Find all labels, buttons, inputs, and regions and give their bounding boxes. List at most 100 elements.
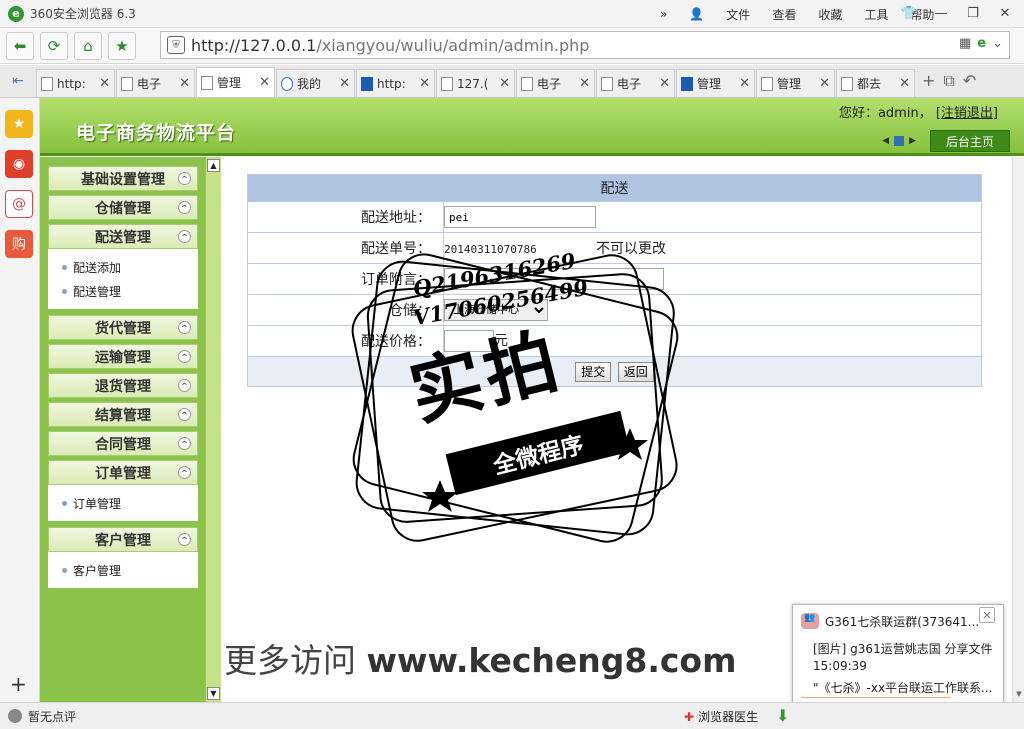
menu-tools[interactable]: 工具 xyxy=(864,6,888,23)
close-tab-icon[interactable]: ✕ xyxy=(179,76,190,91)
submit-button[interactable]: 提交 xyxy=(575,361,612,382)
collapse-icon[interactable]: ^ xyxy=(178,466,191,479)
address-bar[interactable]: ⛨ http://127.0.0.1/xiangyou/wuliu/admin/… xyxy=(160,31,1010,59)
home-icon[interactable]: ⌂ xyxy=(74,31,102,60)
tab[interactable]: 管理 ✕ xyxy=(676,69,755,97)
close-button[interactable]: ✕ xyxy=(992,2,1018,24)
download-icon[interactable]: ⬇ xyxy=(776,706,789,725)
shield-icon: ⛨ xyxy=(167,36,185,54)
admin-home-button[interactable]: 后台主页 xyxy=(930,130,1010,152)
tab[interactable]: 电子 ✕ xyxy=(516,69,595,97)
tab[interactable]: 电子 ✕ xyxy=(596,69,675,97)
close-tab-icon[interactable]: ✕ xyxy=(259,75,270,90)
close-icon[interactable]: ✕ xyxy=(979,607,995,623)
scroll-down-icon[interactable]: ▼ xyxy=(207,687,220,700)
menu-contract[interactable]: 合同管理 ^ xyxy=(48,431,198,456)
menu-orders[interactable]: 订单管理 ^ xyxy=(48,460,198,485)
next-icon[interactable]: ▶ xyxy=(909,136,916,146)
tab[interactable]: 我的 ✕ xyxy=(276,69,355,97)
menu-basic-settings[interactable]: 基础设置管理 ^ xyxy=(48,166,198,191)
close-tab-icon[interactable]: ✕ xyxy=(579,76,590,91)
menu-item-delivery-add[interactable]: 配送添加 xyxy=(48,255,198,279)
menu-returns[interactable]: 退货管理 ^ xyxy=(48,373,198,398)
mail-icon[interactable]: @ xyxy=(5,190,33,218)
tab[interactable]: 电子 ✕ xyxy=(116,69,195,97)
menu-customers[interactable]: 客户管理 ^ xyxy=(48,527,198,552)
collapse-icon[interactable]: ^ xyxy=(178,201,191,214)
shopping-icon[interactable]: 购 xyxy=(5,230,33,258)
favorites-star-icon[interactable]: ★ xyxy=(5,110,33,138)
tab[interactable]: http: ✕ xyxy=(356,69,435,97)
notification-time: 15:09:39 xyxy=(813,659,867,673)
expand-chevron-icon[interactable]: » xyxy=(660,7,667,21)
collapse-icon[interactable]: ^ xyxy=(178,533,191,546)
undo-close-icon[interactable]: ↶ xyxy=(963,71,976,91)
close-tab-icon[interactable]: ✕ xyxy=(819,76,830,91)
collapse-icon[interactable]: ^ xyxy=(178,437,191,450)
frame-splitter[interactable]: ▲ ▼ xyxy=(205,157,221,702)
collapse-icon[interactable]: ^ xyxy=(178,379,191,392)
menu-delivery[interactable]: 配送管理 ^ xyxy=(48,224,198,249)
close-tab-icon[interactable]: ✕ xyxy=(899,76,910,91)
chevron-down-icon[interactable]: ⌄ xyxy=(992,36,1003,51)
collapse-icon[interactable]: ^ xyxy=(178,321,191,334)
doctor-icon: ✚ xyxy=(684,709,695,724)
menu-item-order-manage[interactable]: 订单管理 xyxy=(48,491,198,515)
tab[interactable]: http: ✕ xyxy=(36,69,115,97)
tab[interactable]: 管理 ✕ xyxy=(756,69,835,97)
address-input[interactable] xyxy=(444,206,596,228)
menu-item-delivery-manage[interactable]: 配送管理 xyxy=(48,279,198,303)
menu-transport[interactable]: 运输管理 ^ xyxy=(48,344,198,369)
menu-file[interactable]: 文件 xyxy=(726,6,750,23)
restore-tab-icon[interactable]: ⧉ xyxy=(943,71,954,91)
close-tab-icon[interactable]: ✕ xyxy=(99,76,110,91)
admin-menu: 基础设置管理 ^ 仓储管理 ^ 配送管理 ^ 配送添加 配送管理 货代管理 ^ 运输管理… xyxy=(40,157,206,702)
menu-item-customer-manage[interactable]: 客户管理 xyxy=(48,558,198,582)
new-tab-icon[interactable]: + xyxy=(922,71,935,91)
back-button[interactable]: 返回 xyxy=(617,361,654,382)
menu-settlement[interactable]: 结算管理 ^ xyxy=(48,402,198,427)
collapse-icon[interactable]: ^ xyxy=(178,230,191,243)
qr-code-icon[interactable]: ▦ xyxy=(959,36,971,51)
tab[interactable]: 127.(✕ xyxy=(436,69,515,97)
prev-icon[interactable]: ◀ xyxy=(882,136,889,146)
star-icon[interactable]: ★ xyxy=(108,31,136,60)
page-icon xyxy=(601,76,613,91)
refresh-icon[interactable]: ⟳ xyxy=(40,31,68,60)
page-icon xyxy=(761,76,773,91)
notification-line[interactable]: "《七杀》-xx平台联运工作联系... xyxy=(813,679,993,696)
tab-active[interactable]: 管理 ✕ xyxy=(196,67,275,97)
close-tab-icon[interactable]: ✕ xyxy=(419,76,430,91)
url-text[interactable]: http://127.0.0.1/xiangyou/wuliu/admin/ad… xyxy=(191,36,589,55)
skin-icon[interactable]: 👕 xyxy=(896,2,922,24)
watermark-site: 更多访问 www.kecheng8.com xyxy=(224,641,737,680)
close-tab-icon[interactable]: ✕ xyxy=(659,76,670,91)
menu-favorites[interactable]: 收藏 xyxy=(818,6,842,23)
close-tab-icon[interactable]: ✕ xyxy=(739,76,750,91)
logout-link[interactable]: [注销退出] xyxy=(936,106,998,121)
collapse-icon[interactable]: ^ xyxy=(178,172,191,185)
close-tab-icon[interactable]: ✕ xyxy=(339,76,350,91)
menu-view[interactable]: 查看 xyxy=(772,6,796,23)
close-tab-icon[interactable]: ✕ xyxy=(499,76,510,91)
rating-text[interactable]: 暂无点评 xyxy=(28,708,76,725)
delivery-submenu: 配送添加 配送管理 xyxy=(48,249,198,309)
collapse-icon[interactable]: ^ xyxy=(178,408,191,421)
menu-warehouse[interactable]: 仓储管理 ^ xyxy=(48,195,198,220)
user-icon[interactable]: 👤 xyxy=(689,7,704,21)
add-icon[interactable]: + xyxy=(10,672,27,696)
page-scrollbar[interactable]: ▼ xyxy=(1012,157,1024,702)
menu-forwarding[interactable]: 货代管理 ^ xyxy=(48,315,198,340)
scroll-down-icon[interactable]: ▼ xyxy=(1014,690,1024,700)
restore-button[interactable]: ❐ xyxy=(960,2,986,24)
weibo-icon[interactable]: ◉ xyxy=(5,150,33,178)
rating-icon xyxy=(8,709,22,723)
sidebar-toggle-icon[interactable]: ⇤ xyxy=(0,65,36,97)
scroll-up-icon[interactable]: ▲ xyxy=(207,159,220,172)
browser-doctor[interactable]: ✚ 浏览器医生 xyxy=(684,708,758,725)
browser-mode-icon[interactable]: e xyxy=(977,36,986,51)
tab[interactable]: 都去 ✕ xyxy=(836,69,915,97)
back-arrow-icon[interactable]: ⬅ xyxy=(6,31,34,60)
collapse-icon[interactable]: ^ xyxy=(178,350,191,363)
minimize-button[interactable]: — xyxy=(928,2,954,24)
